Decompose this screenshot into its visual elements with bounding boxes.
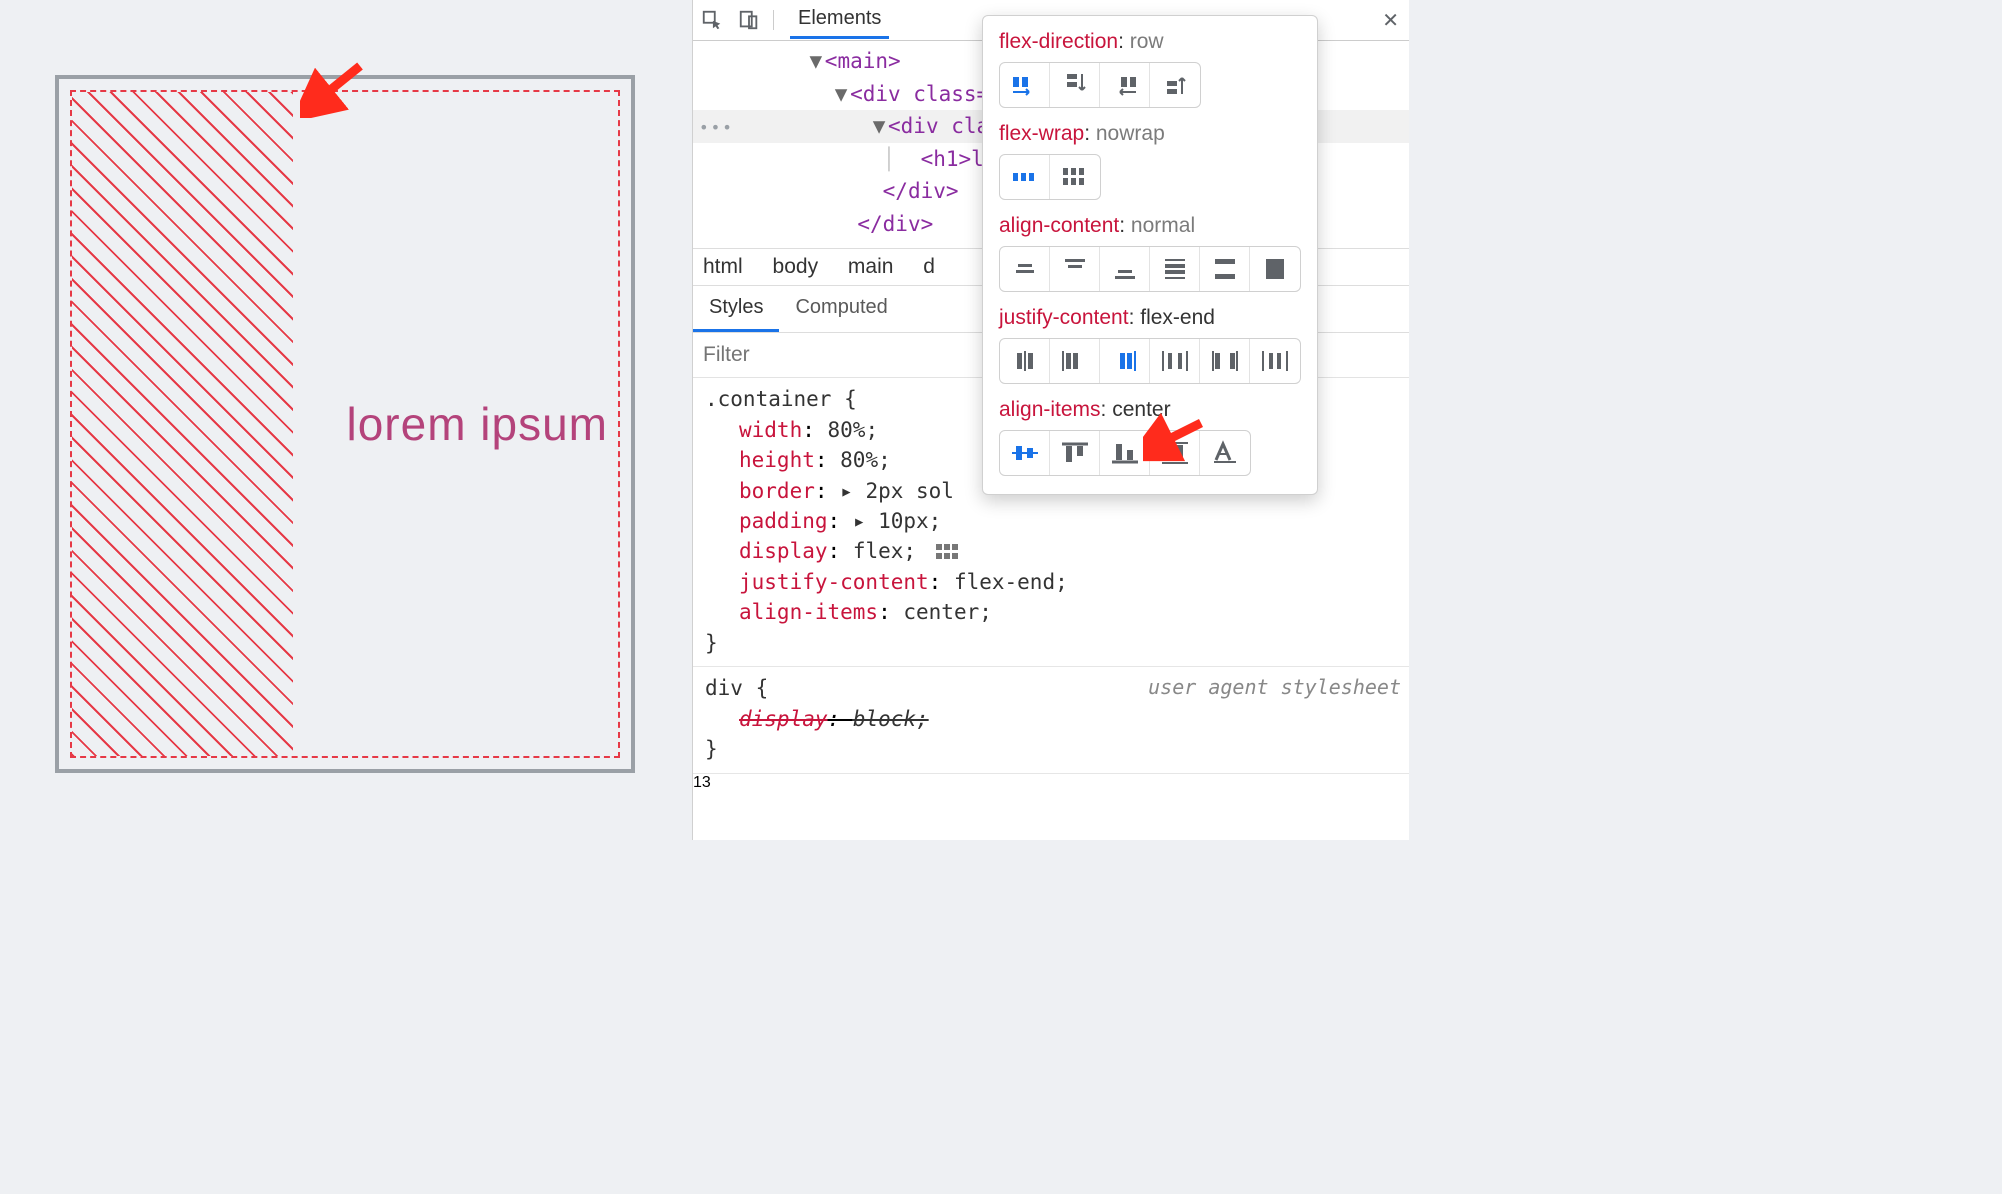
css-prop[interactable]: display bbox=[739, 539, 828, 563]
css-prop[interactable]: justify-content bbox=[739, 570, 929, 594]
justify-content-space-around-icon[interactable] bbox=[1150, 339, 1200, 383]
flex-empty-space-overlay bbox=[72, 92, 293, 756]
device-toggle-icon[interactable] bbox=[730, 2, 767, 39]
tab-elements[interactable]: Elements bbox=[790, 1, 889, 39]
flex-direction-column-icon[interactable] bbox=[1050, 63, 1100, 107]
prop-label: justify-content: flex-end bbox=[999, 306, 1301, 330]
align-content-space-between-icon[interactable] bbox=[1200, 247, 1250, 291]
align-items-center-icon[interactable] bbox=[1000, 431, 1050, 475]
css-prop[interactable]: height bbox=[739, 448, 815, 472]
close-icon[interactable]: ✕ bbox=[1382, 8, 1399, 33]
align-content-space-around-icon[interactable] bbox=[1150, 247, 1200, 291]
css-prop[interactable]: padding bbox=[739, 509, 828, 533]
crumb[interactable]: d bbox=[923, 255, 935, 278]
crumb[interactable]: html bbox=[703, 255, 743, 278]
crumb[interactable]: body bbox=[773, 255, 819, 278]
prop-label: flex-direction: row bbox=[999, 30, 1301, 54]
css-selector: div { bbox=[705, 676, 768, 700]
align-content-start-icon[interactable] bbox=[1050, 247, 1100, 291]
css-val[interactable]: 80%; bbox=[840, 448, 891, 472]
css-prop[interactable]: display bbox=[739, 707, 828, 731]
flex-direction-row-icon[interactable] bbox=[1000, 63, 1050, 107]
group-align-items: align-items: center bbox=[999, 398, 1301, 476]
subtab-styles[interactable]: Styles bbox=[693, 286, 779, 332]
css-val[interactable]: 2px sol bbox=[865, 479, 954, 503]
crumb[interactable]: main bbox=[848, 255, 894, 278]
css-val[interactable]: block; bbox=[853, 707, 929, 731]
align-items-end-icon[interactable] bbox=[1100, 431, 1150, 475]
subtab-computed[interactable]: Computed bbox=[779, 286, 903, 332]
prop-label: flex-wrap: nowrap bbox=[999, 122, 1301, 146]
align-content-center-icon[interactable] bbox=[1000, 247, 1050, 291]
justify-content-end-icon[interactable] bbox=[1100, 339, 1150, 383]
dom-node[interactable]: <main> bbox=[825, 49, 901, 73]
prop-label: align-content: normal bbox=[999, 214, 1301, 238]
flexbox-editor-popover: flex-direction: row flex-wrap: nowrap al… bbox=[982, 15, 1318, 495]
inspect-icon[interactable] bbox=[693, 2, 730, 39]
css-val[interactable]: flex-end; bbox=[954, 570, 1068, 594]
align-content-stretch-icon[interactable] bbox=[1250, 247, 1300, 291]
flex-wrap-nowrap-icon[interactable] bbox=[1000, 155, 1050, 199]
css-prop[interactable]: align-items bbox=[739, 600, 878, 624]
css-rule-ua[interactable]: div { user agent stylesheet display: blo… bbox=[693, 667, 1409, 773]
source-label: user agent stylesheet bbox=[1148, 673, 1401, 702]
justify-content-start-icon[interactable] bbox=[1050, 339, 1100, 383]
flex-direction-row-reverse-icon[interactable] bbox=[1100, 63, 1150, 107]
group-flex-direction: flex-direction: row bbox=[999, 30, 1301, 108]
css-close-brace: } bbox=[705, 628, 1409, 658]
css-prop[interactable]: border bbox=[739, 479, 815, 503]
flex-wrap-wrap-icon[interactable] bbox=[1050, 155, 1100, 199]
group-flex-wrap: flex-wrap: nowrap bbox=[999, 122, 1301, 200]
css-val[interactable]: 80%; bbox=[828, 418, 879, 442]
divider bbox=[773, 10, 774, 30]
css-val[interactable]: center; bbox=[903, 600, 992, 624]
css-close-brace: } bbox=[705, 734, 1409, 764]
justify-content-space-between-icon[interactable] bbox=[1200, 339, 1250, 383]
justify-content-center-icon[interactable] bbox=[1000, 339, 1050, 383]
align-items-baseline-icon[interactable] bbox=[1200, 431, 1250, 475]
container-outline: lorem ipsum bbox=[55, 75, 635, 773]
css-val[interactable]: flex; bbox=[853, 539, 916, 563]
align-items-stretch-icon[interactable] bbox=[1150, 431, 1200, 475]
prop-label: align-items: center bbox=[999, 398, 1301, 422]
flex-container-overlay: lorem ipsum bbox=[70, 90, 620, 758]
align-content-end-icon[interactable] bbox=[1100, 247, 1150, 291]
css-val[interactable]: 10px; bbox=[878, 509, 941, 533]
page-heading: lorem ipsum bbox=[346, 397, 608, 451]
dom-node[interactable]: </div> bbox=[883, 179, 959, 203]
css-prop[interactable]: width bbox=[739, 418, 802, 442]
group-align-content: align-content: normal bbox=[999, 214, 1301, 292]
group-justify-content: justify-content: flex-end bbox=[999, 306, 1301, 384]
dom-node[interactable]: </div> bbox=[857, 212, 933, 236]
flex-editor-swatch-icon[interactable] bbox=[935, 539, 961, 557]
align-items-start-icon[interactable] bbox=[1050, 431, 1100, 475]
flex-direction-column-reverse-icon[interactable] bbox=[1150, 63, 1200, 107]
justify-content-space-evenly-icon[interactable] bbox=[1250, 339, 1300, 383]
rendered-page: lorem ipsum bbox=[0, 0, 705, 840]
source-line-link[interactable]: 13 bbox=[693, 774, 711, 791]
